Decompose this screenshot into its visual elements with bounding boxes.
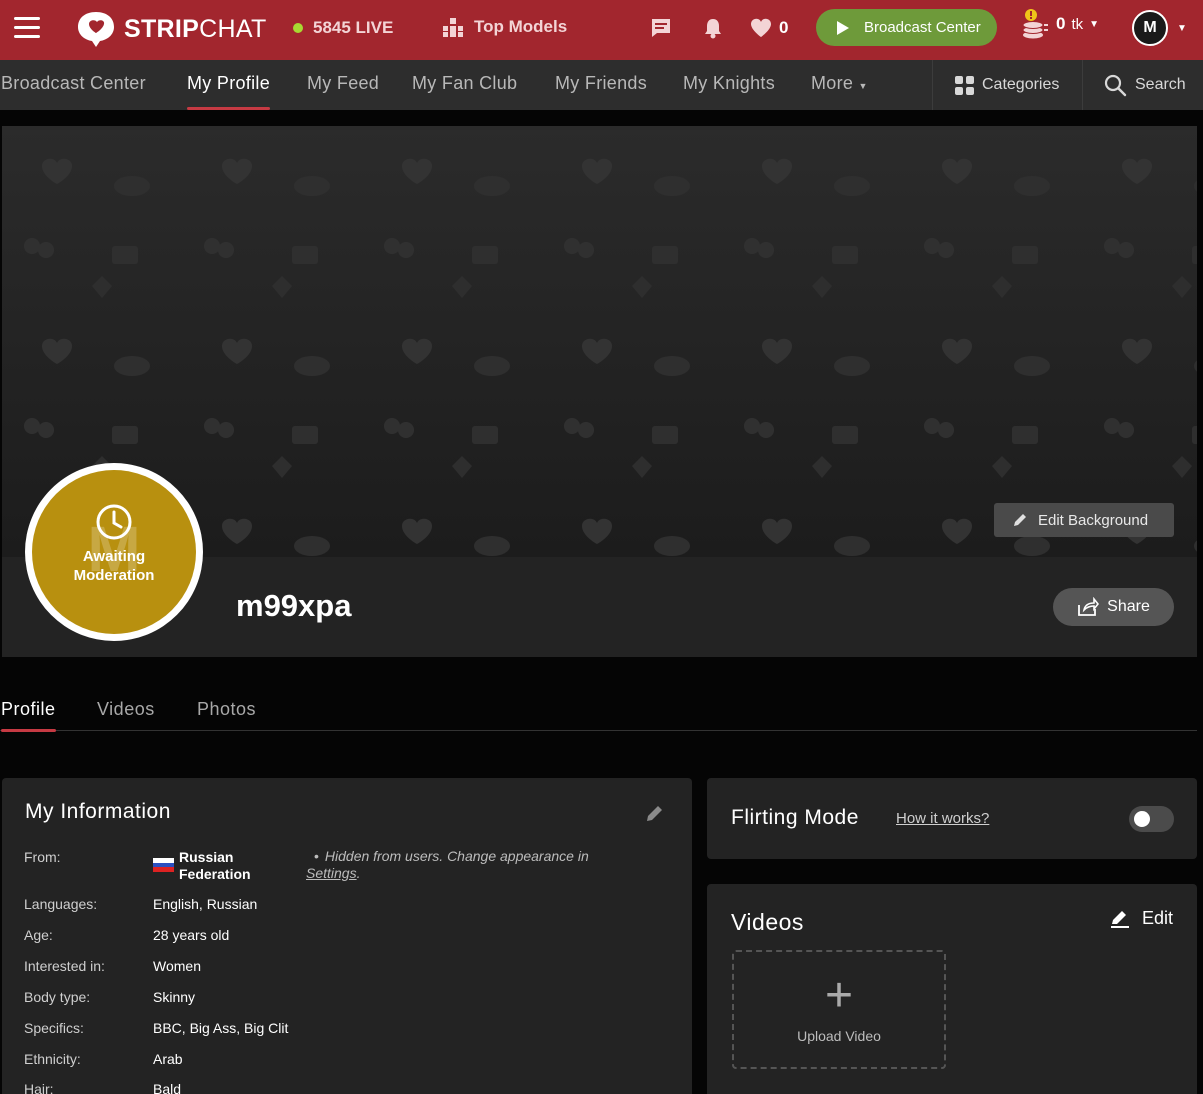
profile-tabs: Profile Videos Photos (0, 688, 1197, 732)
profile-avatar[interactable]: M Awaiting Moderation (25, 463, 203, 641)
logo-icon (78, 12, 114, 47)
nav-my-fan-club[interactable]: My Fan Club (412, 60, 517, 110)
tab-videos[interactable]: Videos (97, 688, 155, 731)
flirting-mode-toggle[interactable] (1129, 806, 1174, 832)
nav-broadcast-center[interactable]: Broadcast Center (1, 60, 146, 110)
info-value-body-type: Skinny (153, 989, 196, 1005)
hidden-from-users-note: • Hidden from users. Change appearance in… (306, 848, 589, 881)
info-label-hair: Hair: (24, 1081, 54, 1094)
share-button[interactable]: Share (1053, 588, 1174, 626)
clock-icon (96, 504, 132, 540)
info-value-hair: Bald (153, 1081, 182, 1094)
categories-grid-icon (955, 75, 974, 95)
search-button[interactable]: Search (1082, 60, 1203, 110)
info-value-ethnicity: Arab (153, 1051, 183, 1067)
info-label-languages: Languages: (24, 896, 98, 912)
info-value-from: Russian Federation (179, 849, 251, 882)
broadcast-center-button[interactable]: Broadcast Center (816, 9, 997, 46)
russia-flag-icon (153, 858, 174, 872)
play-icon (837, 20, 849, 35)
tokens-coins-icon (1022, 9, 1048, 39)
chevron-down-icon: ▼ (1089, 18, 1100, 30)
menu-icon[interactable] (14, 17, 40, 39)
how-it-works-link[interactable]: How it works? (896, 810, 989, 827)
pencil-icon[interactable] (645, 803, 665, 823)
info-label-from: From: (24, 849, 61, 865)
tokens-unit: tk (1071, 15, 1084, 33)
settings-link[interactable]: Settings (306, 865, 357, 881)
nav-my-profile[interactable]: My Profile (187, 60, 271, 110)
tab-photos[interactable]: Photos (197, 688, 256, 731)
favorites-count: 0 (779, 18, 789, 37)
my-information-panel (2, 778, 692, 1094)
my-information-title: My Information (25, 800, 171, 823)
info-value-interested-in: Women (153, 958, 201, 974)
nav-my-friends[interactable]: My Friends (555, 60, 647, 110)
info-label-age: Age: (24, 927, 53, 943)
pencil-icon (1111, 910, 1129, 928)
top-models-link[interactable]: Top Models (442, 16, 567, 38)
upload-video-button[interactable]: + Upload Video (732, 950, 946, 1069)
profile-username: m99xpa (236, 588, 352, 623)
awaiting-moderation-label: Awaiting Moderation (73, 548, 155, 584)
cover-pattern (2, 126, 1197, 557)
pencil-icon (1014, 514, 1026, 526)
flirting-mode-title: Flirting Mode (731, 806, 859, 829)
plus-icon: + (824, 968, 854, 1022)
top-models-icon (443, 18, 463, 37)
categories-button[interactable]: Categories (932, 60, 1082, 110)
chevron-down-icon: ▼ (858, 81, 868, 91)
info-value-languages: English, Russian (153, 896, 258, 912)
videos-edit-button[interactable]: Edit (1110, 908, 1173, 929)
logo-text: STRIPCHAT (124, 14, 267, 43)
live-dot-icon (293, 23, 303, 33)
top-bar: STRIPCHAT 5845 LIVE Top Models 0 Broadca… (0, 0, 1203, 60)
main-nav: Broadcast Center My Profile My Feed My F… (0, 60, 1203, 110)
favorites-heart-icon[interactable] (750, 18, 772, 38)
info-value-specifics: BBC, Big Ass, Big Clit (153, 1020, 289, 1036)
avatar-awaiting-moderation: M Awaiting Moderation (32, 470, 196, 634)
videos-panel-title: Videos (731, 909, 804, 935)
tokens-balance[interactable]: 0 tk ▼ (1022, 8, 1099, 40)
nav-my-feed[interactable]: My Feed (307, 60, 379, 110)
info-label-ethnicity: Ethnicity: (24, 1051, 81, 1067)
search-icon (1104, 74, 1127, 97)
tab-profile[interactable]: Profile (1, 688, 56, 732)
nav-my-knights[interactable]: My Knights (683, 60, 775, 110)
info-label-interested-in: Interested in: (24, 958, 105, 974)
live-count[interactable]: 5845 LIVE (293, 18, 393, 38)
info-label-body-type: Body type: (24, 989, 91, 1005)
notifications-bell-icon[interactable] (703, 17, 723, 39)
toggle-knob (1134, 811, 1150, 827)
info-value-age: 28 years old (153, 927, 230, 943)
user-avatar-button[interactable]: M (1132, 10, 1168, 46)
edit-background-button[interactable]: Edit Background (994, 503, 1174, 537)
tokens-amount: 0 (1056, 14, 1066, 33)
info-label-specifics: Specifics: (24, 1020, 84, 1036)
cover-background (2, 126, 1197, 557)
logo[interactable]: STRIPCHAT (76, 10, 267, 48)
messages-icon[interactable] (650, 17, 672, 39)
chevron-down-icon[interactable]: ▼ (1177, 23, 1187, 34)
nav-more[interactable]: More ▼ (811, 60, 868, 110)
share-icon (1078, 597, 1100, 616)
